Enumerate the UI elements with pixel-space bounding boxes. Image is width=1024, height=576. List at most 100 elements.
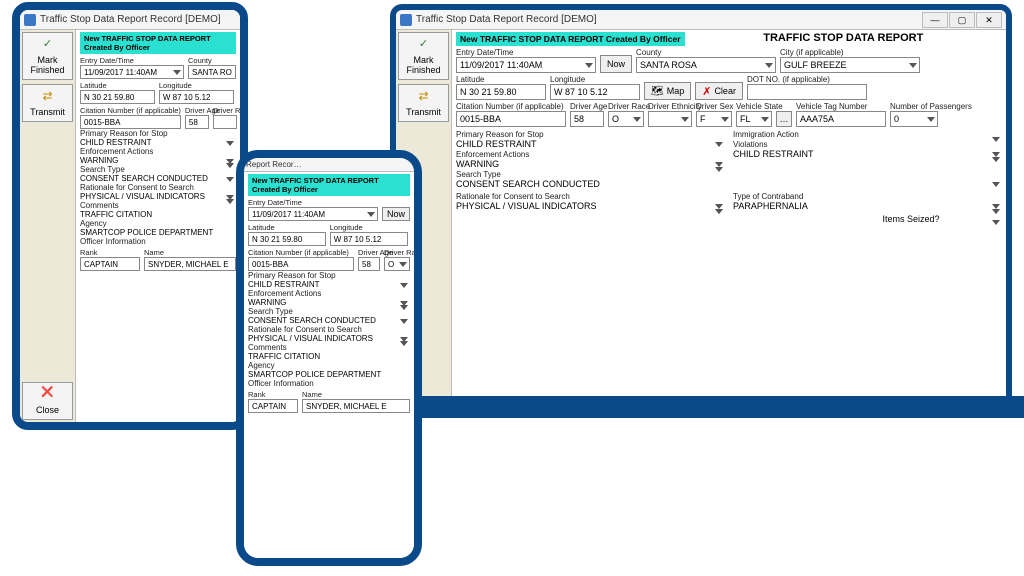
citation-field[interactable]: 0015-BBA: [248, 257, 354, 271]
clear-button[interactable]: Clear: [695, 82, 743, 100]
map-button[interactable]: Map: [644, 82, 691, 100]
close-window-button[interactable]: ✕: [976, 12, 1002, 28]
entry-datetime-field[interactable]: 11/09/2017 11:40AM: [80, 65, 184, 79]
window-titlebar: Report Recor…: [244, 158, 414, 172]
window-title: Traffic Stop Data Report Record [DEMO]: [416, 14, 597, 25]
agency-field[interactable]: SMARTCOP POLICE DEPARTMENT: [80, 228, 236, 237]
latitude-field[interactable]: N 30 21 59.80: [456, 84, 546, 100]
passengers-field[interactable]: 0: [890, 111, 938, 127]
latitude-field[interactable]: N 30 21 59.80: [248, 232, 326, 246]
app-icon: [400, 14, 412, 26]
tablet-frame: Traffic Stop Data Report Record [DEMO] M…: [12, 2, 248, 430]
mark-finished-button[interactable]: Mark Finished: [398, 32, 449, 80]
contraband-field[interactable]: PARAPHERNALIA: [733, 201, 1002, 211]
maximize-button[interactable]: ▢: [949, 12, 975, 28]
form-pane: New TRAFFIC STOP DATA REPORT Created By …: [452, 30, 1006, 402]
citation-field[interactable]: 0015-BBA: [456, 111, 566, 127]
citation-label: Citation Number (if applicable): [456, 102, 566, 111]
transmit-button[interactable]: Transmit: [398, 84, 449, 122]
driver-age-field[interactable]: 58: [358, 257, 380, 271]
driver-age-field[interactable]: 58: [570, 111, 604, 127]
rationale-label: Rationale for Consent to Search: [456, 192, 570, 201]
longitude-field[interactable]: W 87 10 5.12: [159, 90, 234, 104]
driver-age-label: Driver Age: [570, 102, 604, 111]
contraband-label: Type of Contraband: [733, 192, 803, 201]
violations-label: Violations: [733, 140, 768, 149]
city-label: City (if applicable): [780, 48, 920, 57]
primary-reason-field[interactable]: CHILD RESTRAINT: [456, 139, 725, 149]
window-controls: — ▢ ✕: [922, 12, 1002, 28]
rank-field[interactable]: CAPTAIN: [80, 257, 140, 271]
officer-name-field[interactable]: SNYDER, MICHAEL E: [302, 399, 410, 413]
left-toolbar: Mark Finished Transmit Close: [20, 30, 76, 422]
enforcement-field[interactable]: WARNING: [248, 298, 410, 307]
rank-field[interactable]: CAPTAIN: [248, 399, 298, 413]
violations-field[interactable]: CHILD RESTRAINT: [733, 149, 1002, 159]
city-field[interactable]: GULF BREEZE: [780, 57, 920, 73]
search-type-field[interactable]: CONSENT SEARCH CONDUCTED: [248, 316, 410, 325]
minimize-button[interactable]: —: [922, 12, 948, 28]
rationale-field[interactable]: PHYSICAL / VISUAL INDICATORS: [456, 201, 725, 211]
vehicle-state-label: Vehicle State: [736, 102, 772, 111]
form-pane: New TRAFFIC STOP DATA REPORT Created By …: [244, 172, 414, 558]
search-type-field[interactable]: CONSENT SEARCH CONDUCTED: [80, 174, 236, 183]
officer-name-field[interactable]: SNYDER, MICHAEL E: [144, 257, 236, 271]
rationale-field[interactable]: PHYSICAL / VISUAL INDICATORS: [80, 192, 236, 201]
entry-datetime-field[interactable]: 11/09/2017 11:40AM: [456, 57, 596, 73]
search-type-label: Search Type: [456, 170, 501, 179]
driver-ethnicity-label: Driver Ethnicity: [648, 102, 692, 111]
window-titlebar: Traffic Stop Data Report Record [DEMO] —…: [396, 10, 1006, 30]
transmit-button[interactable]: Transmit: [22, 84, 73, 122]
vehicle-state-field[interactable]: FL: [736, 111, 772, 127]
now-button[interactable]: Now: [382, 207, 410, 221]
latitude-label: Latitude: [456, 75, 546, 84]
search-type-field[interactable]: CONSENT SEARCH CONDUCTED: [456, 179, 1002, 189]
primary-reason-field[interactable]: CHILD RESTRAINT: [248, 280, 410, 289]
enforcement-field[interactable]: WARNING: [456, 159, 725, 169]
close-button[interactable]: Close: [22, 382, 73, 420]
check-icon: [414, 37, 434, 53]
driver-age-field[interactable]: 58: [185, 115, 209, 129]
rationale-field[interactable]: PHYSICAL / VISUAL INDICATORS: [248, 334, 410, 343]
enforcement-field[interactable]: WARNING: [80, 156, 236, 165]
app-body: Mark Finished Transmit New TRAFFIC STOP …: [396, 30, 1006, 402]
driver-sex-label: Driver Sex: [696, 102, 732, 111]
tablet-screen: Traffic Stop Data Report Record [DEMO] M…: [20, 10, 240, 422]
citation-field[interactable]: 0015-BBA: [80, 115, 181, 129]
mark-finished-button[interactable]: Mark Finished: [22, 32, 73, 80]
laptop-frame: Traffic Stop Data Report Record [DEMO] —…: [390, 4, 1012, 402]
check-icon: [38, 37, 58, 53]
app-body: Mark Finished Transmit Close New TRAFFIC…: [20, 30, 240, 422]
dotno-field[interactable]: [747, 84, 867, 100]
comments-field[interactable]: TRAFFIC CITATION: [248, 352, 410, 361]
driver-race-field[interactable]: O: [608, 111, 644, 127]
now-button[interactable]: Now: [600, 55, 632, 73]
transmit-label: Transmit: [406, 107, 441, 117]
entry-datetime-field[interactable]: 11/09/2017 11:40AM: [248, 207, 378, 221]
latitude-field[interactable]: N 30 21 59.80: [80, 90, 155, 104]
window-title: Traffic Stop Data Report Record [DEMO]: [40, 14, 221, 25]
primary-reason-field[interactable]: CHILD RESTRAINT: [80, 138, 236, 147]
comments-field[interactable]: TRAFFIC CITATION: [80, 210, 236, 219]
vehicle-state-lookup-button[interactable]: …: [776, 111, 792, 127]
driver-race-field[interactable]: [213, 115, 237, 129]
longitude-field[interactable]: W 87 10 5.12: [330, 232, 408, 246]
longitude-field[interactable]: W 87 10 5.12: [550, 84, 640, 100]
vehicle-tag-field[interactable]: AAA75A: [796, 111, 886, 127]
county-field[interactable]: SANTA RO: [188, 65, 236, 79]
status-banner: New TRAFFIC STOP DATA REPORT Created By …: [248, 174, 410, 196]
agency-field[interactable]: SMARTCOP POLICE DEPARTMENT: [248, 370, 410, 379]
status-banner: New TRAFFIC STOP DATA REPORT Created By …: [80, 32, 236, 54]
phone-screen: Report Recor… New TRAFFIC STOP DATA REPO…: [244, 158, 414, 558]
driver-race-field[interactable]: O: [384, 257, 410, 271]
vehicle-tag-label: Vehicle Tag Number: [796, 102, 886, 111]
laptop-base: [366, 396, 1024, 418]
county-field[interactable]: SANTA ROSA: [636, 57, 776, 73]
clear-icon: [702, 85, 711, 98]
mark-finished-label: Mark Finished: [401, 55, 446, 75]
immigration-label: Immigration Action: [733, 130, 799, 139]
driver-ethnicity-field[interactable]: [648, 111, 692, 127]
primary-reason-label: Primary Reason for Stop: [456, 130, 544, 139]
driver-sex-field[interactable]: F: [696, 111, 732, 127]
passengers-label: Number of Passengers: [890, 102, 938, 111]
